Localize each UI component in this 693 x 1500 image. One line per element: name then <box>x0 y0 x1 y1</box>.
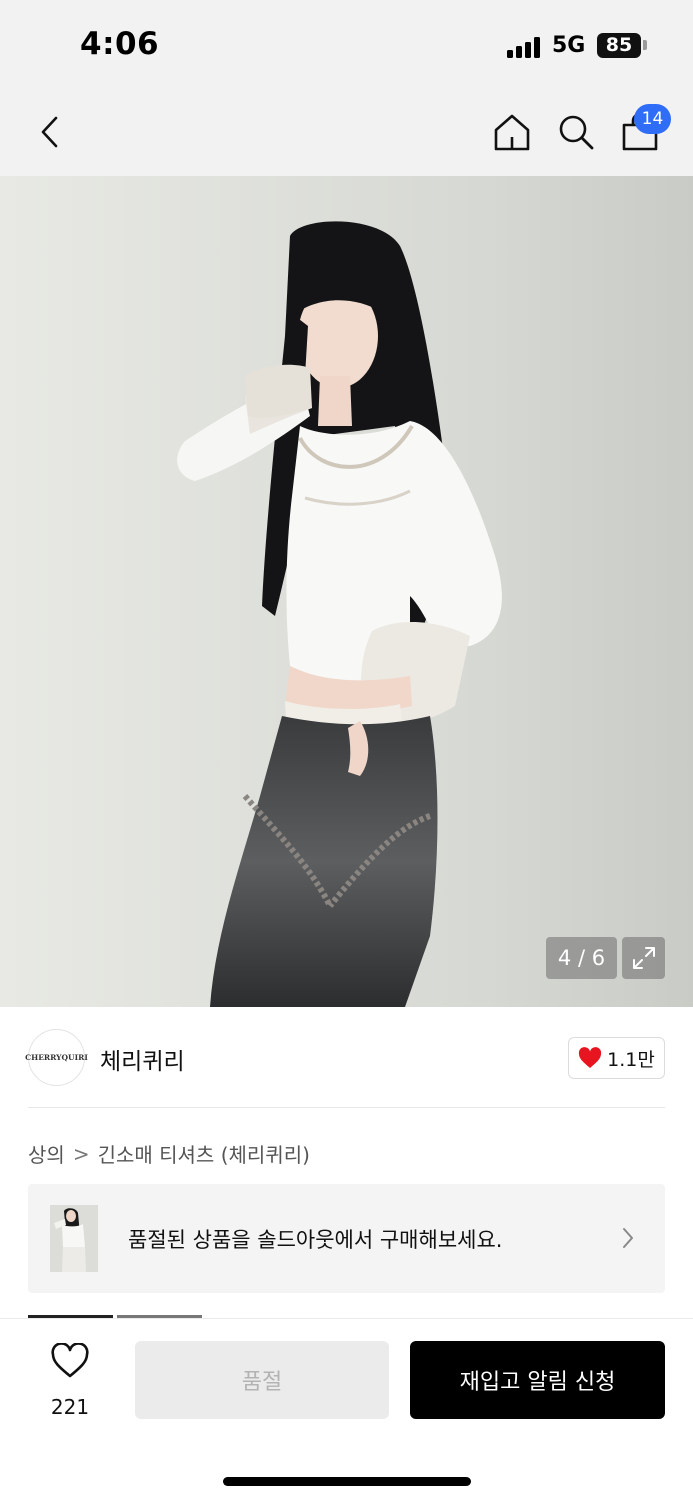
soldout-button: 품절 <box>135 1341 389 1419</box>
home-button[interactable] <box>482 88 542 176</box>
breadcrumb: 상의 > 긴소매 티셔츠 (체리퀴리) <box>28 1139 310 1168</box>
breadcrumb-separator: > <box>72 1141 90 1166</box>
image-counter: 4 / 6 <box>546 937 617 979</box>
soldout-banner-text: 품절된 상품을 솔드아웃에서 구매해보세요. <box>128 1228 503 1252</box>
expand-icon <box>632 947 655 969</box>
bottom-action-bar: 221 품절 재입고 알림 신청 <box>0 1318 693 1500</box>
restock-alert-button[interactable]: 재입고 알림 신청 <box>410 1341 665 1419</box>
wishlist-button[interactable]: 221 <box>30 1341 110 1421</box>
brand-row: CHERRYQUIRI 체리퀴리 1.1만 <box>0 1007 693 1107</box>
breadcrumb-category[interactable]: 상의 <box>28 1139 65 1168</box>
product-photo <box>0 176 693 1007</box>
expand-button[interactable] <box>622 937 665 979</box>
soldout-thumbnail <box>50 1205 98 1272</box>
breadcrumb-subcategory[interactable]: 긴소매 티셔츠 (체리퀴리) <box>98 1139 310 1168</box>
heart-filled-icon <box>579 1047 602 1068</box>
network-label: 5G <box>552 33 586 58</box>
search-icon <box>559 115 594 150</box>
signal-icon <box>507 36 543 58</box>
status-time: 4:06 <box>80 26 160 62</box>
home-indicator <box>223 1477 471 1486</box>
chevron-left-icon <box>41 116 58 148</box>
brand-logo[interactable]: CHERRYQUIRI <box>25 1029 88 1086</box>
search-button[interactable] <box>546 88 606 176</box>
home-icon <box>494 114 530 151</box>
status-bar: 4:06 5G 85 <box>0 0 693 88</box>
top-nav <box>0 88 693 176</box>
cart-count-badge: 14 <box>634 104 671 134</box>
battery-nub <box>643 40 647 50</box>
back-button[interactable] <box>20 88 80 176</box>
product-image[interactable] <box>0 176 693 1007</box>
brand-name[interactable]: 체리퀴리 <box>100 1042 185 1076</box>
brand-like-count: 1.1만 <box>607 1048 655 1071</box>
heart-outline-icon <box>51 1343 89 1378</box>
soldout-banner[interactable]: 품절된 상품을 솔드아웃에서 구매해보세요. <box>28 1184 665 1293</box>
brand-like-button[interactable]: 1.1만 <box>568 1037 665 1079</box>
wishlist-count: 221 <box>50 1395 90 1419</box>
divider <box>28 1107 665 1108</box>
battery-icon: 85 <box>597 33 641 58</box>
chevron-right-icon <box>623 1228 633 1248</box>
